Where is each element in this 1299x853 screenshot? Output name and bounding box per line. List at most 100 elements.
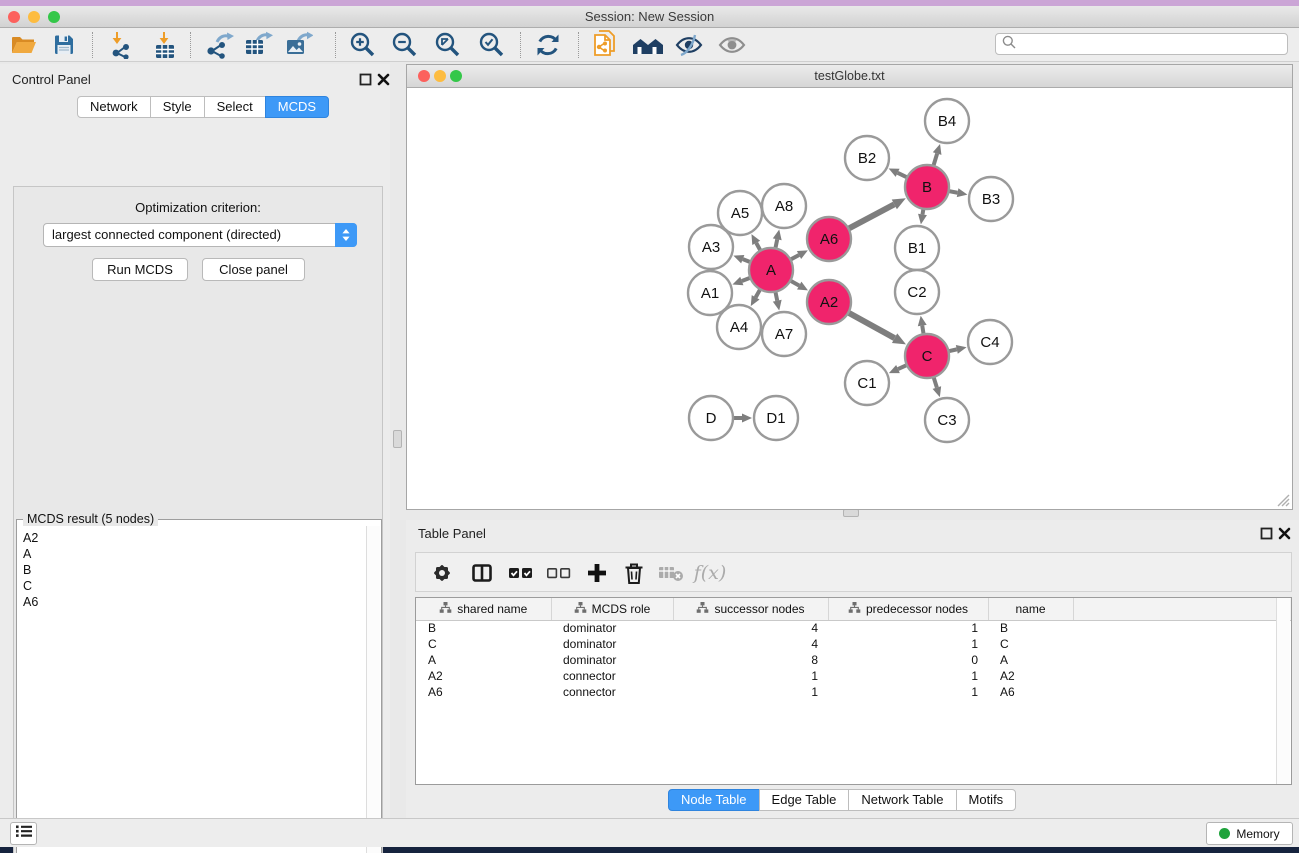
delete-table-icon[interactable] [655, 558, 687, 588]
network-zoom-traffic-light-icon[interactable] [450, 70, 462, 82]
table-cell[interactable]: C [416, 636, 551, 652]
mcds-result-item[interactable]: A6 [18, 594, 366, 610]
close-panel-icon[interactable] [377, 73, 390, 86]
refresh-icon[interactable] [530, 31, 566, 59]
mcds-list-scrollbar[interactable] [366, 526, 380, 853]
table-row[interactable]: A2connector11A2 [416, 668, 1291, 684]
float-panel-icon[interactable] [359, 73, 372, 86]
network-minimize-traffic-light-icon[interactable] [434, 70, 446, 82]
table-cell[interactable]: 0 [828, 652, 988, 668]
table-cell[interactable]: A6 [988, 684, 1073, 700]
clear-checks-icon[interactable] [543, 558, 575, 588]
table-cell[interactable]: 1 [828, 620, 988, 636]
table-cell[interactable]: connector [551, 668, 673, 684]
table-cell[interactable]: 4 [673, 620, 828, 636]
tab-network-table[interactable]: Network Table [848, 789, 956, 811]
export-image-icon[interactable] [280, 31, 316, 59]
zoom-out-icon[interactable] [387, 31, 423, 59]
table-row[interactable]: Adominator80A [416, 652, 1291, 668]
graph-edge[interactable] [847, 204, 895, 229]
horizontal-split-handle[interactable] [843, 509, 859, 517]
table-cell[interactable]: 1 [673, 668, 828, 684]
tab-network[interactable]: Network [77, 96, 151, 118]
column-header-mcds-role[interactable]: MCDS role [551, 598, 673, 620]
table-row[interactable]: Cdominator41C [416, 636, 1291, 652]
show-all-icon[interactable] [714, 31, 750, 59]
graph-node-label: A2 [820, 294, 838, 311]
table-cell[interactable]: dominator [551, 636, 673, 652]
table-cell[interactable]: B [416, 620, 551, 636]
zoom-in-icon[interactable] [345, 31, 381, 59]
table-cell[interactable]: C [988, 636, 1073, 652]
search-input[interactable] [1020, 37, 1287, 51]
column-header-successor-nodes[interactable]: successor nodes [673, 598, 828, 620]
network-file-icon[interactable] [587, 31, 623, 59]
table-cell[interactable]: 1 [828, 668, 988, 684]
table-cell[interactable]: A2 [416, 668, 551, 684]
minimize-traffic-light-icon[interactable] [28, 11, 40, 23]
tab-select[interactable]: Select [204, 96, 266, 118]
zoom-fit-icon[interactable] [430, 31, 466, 59]
table-close-panel-icon[interactable] [1278, 527, 1291, 540]
table-cell[interactable]: connector [551, 684, 673, 700]
column-header-shared-name[interactable]: shared name [416, 598, 551, 620]
import-network-icon[interactable] [102, 31, 138, 59]
add-column-icon[interactable] [581, 558, 613, 588]
table-scrollbar[interactable] [1276, 598, 1290, 784]
table-cell[interactable]: 1 [828, 636, 988, 652]
graph-edge[interactable] [847, 312, 895, 338]
home-icon[interactable] [630, 31, 666, 59]
run-mcds-button[interactable]: Run MCDS [92, 258, 188, 281]
table-float-panel-icon[interactable] [1260, 527, 1273, 540]
network-window-titlebar[interactable]: testGlobe.txt [407, 65, 1292, 88]
network-close-traffic-light-icon[interactable] [418, 70, 430, 82]
column-header-name[interactable]: name [988, 598, 1073, 620]
table-cell[interactable]: dominator [551, 620, 673, 636]
function-builder-icon[interactable]: f(x) [694, 558, 726, 588]
table-cell[interactable]: 8 [673, 652, 828, 668]
vertical-split-handle[interactable] [393, 430, 402, 448]
save-icon[interactable] [46, 31, 82, 59]
export-table-icon[interactable] [240, 31, 276, 59]
mcds-result-item[interactable]: A [18, 546, 366, 562]
mcds-result-item[interactable]: A2 [18, 530, 366, 546]
table-cell[interactable]: B [988, 620, 1073, 636]
table-cell[interactable]: dominator [551, 652, 673, 668]
import-table-icon[interactable] [147, 31, 183, 59]
export-network-icon[interactable] [202, 31, 238, 59]
split-columns-icon[interactable] [466, 558, 498, 588]
memory-button[interactable]: Memory [1206, 822, 1293, 845]
table-cell[interactable]: A [988, 652, 1073, 668]
zoom-selected-icon[interactable] [474, 31, 510, 59]
table-cell[interactable]: A6 [416, 684, 551, 700]
column-header-predecessor-nodes[interactable]: predecessor nodes [828, 598, 988, 620]
task-history-button[interactable] [10, 822, 37, 845]
table-cell[interactable]: 4 [673, 636, 828, 652]
hide-selected-icon[interactable] [671, 31, 707, 59]
criterion-select[interactable]: largest connected component (directed) [43, 223, 357, 247]
table-cell[interactable]: A [416, 652, 551, 668]
close-panel-button[interactable]: Close panel [202, 258, 305, 281]
network-canvas[interactable]: AA6A2BCA1A3A4A5A7A8B1B2B3B4C1C2C3C4DD1 [407, 89, 1292, 509]
close-traffic-light-icon[interactable] [8, 11, 20, 23]
resize-grip-icon[interactable] [1277, 494, 1290, 507]
tab-mcds[interactable]: MCDS [265, 96, 329, 118]
select-all-checks-icon[interactable] [505, 558, 537, 588]
table-row[interactable]: Bdominator41B [416, 620, 1291, 636]
table-cell[interactable]: A2 [988, 668, 1073, 684]
tab-edge-table[interactable]: Edge Table [759, 789, 850, 811]
zoom-traffic-light-icon[interactable] [48, 11, 60, 23]
tab-motifs[interactable]: Motifs [956, 789, 1017, 811]
mcds-result-item[interactable]: B [18, 562, 366, 578]
delete-column-icon[interactable] [618, 558, 650, 588]
search-field[interactable] [995, 33, 1288, 55]
tab-style[interactable]: Style [150, 96, 205, 118]
tab-node-table[interactable]: Node Table [668, 789, 760, 811]
gear-icon[interactable] [426, 558, 458, 588]
mcds-result-item[interactable]: C [18, 578, 366, 594]
table-cell[interactable]: 1 [673, 684, 828, 700]
table-row[interactable]: A6connector11A6 [416, 684, 1291, 700]
table-cell[interactable]: 1 [828, 684, 988, 700]
open-folder-icon[interactable] [6, 31, 42, 59]
mcds-result-list[interactable]: A2ABCA6 [18, 526, 366, 853]
